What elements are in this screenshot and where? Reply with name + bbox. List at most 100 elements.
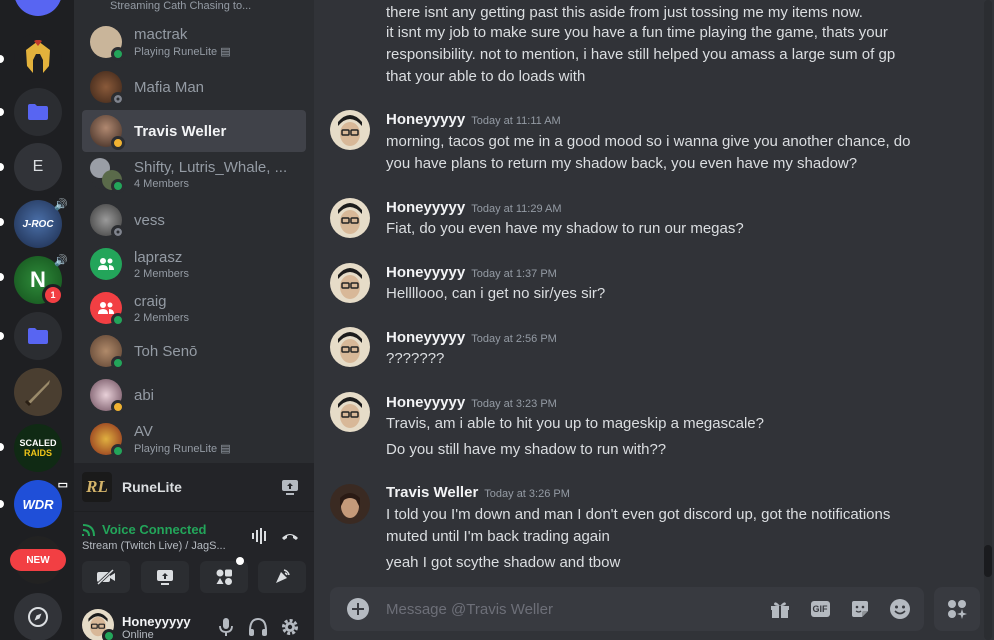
spartan-helmet-icon	[26, 40, 50, 73]
message-text: yeah I got scythe shadow and tbow	[386, 554, 621, 571]
message-avatar[interactable]	[330, 110, 370, 150]
soundboard-button[interactable]	[258, 561, 306, 593]
avatar	[90, 115, 125, 150]
dm-item[interactable]: Shifty, Lutris_Whale, ... 4 Members	[82, 153, 306, 195]
share-screen-button[interactable]	[141, 561, 189, 593]
status-offline	[111, 225, 125, 239]
voice-status[interactable]: Voice Connected	[82, 522, 207, 537]
apps-icon	[948, 600, 967, 619]
voice-channel-detail[interactable]: Stream (Twitch Live) / JagS...	[82, 540, 226, 552]
message-author[interactable]: Travis Weller	[386, 484, 478, 501]
message-input[interactable]	[386, 600, 746, 618]
server-wdr[interactable]: WDR ▭	[14, 479, 68, 528]
compass-icon	[28, 607, 48, 627]
message-text: I told you I'm down and man I don't even…	[386, 506, 891, 523]
server-label: SCALED	[19, 438, 57, 448]
unread-pip	[0, 500, 4, 508]
message-text: responsibility. not to mention, i have s…	[386, 46, 896, 63]
message-text: Fiat, do you even have my shadow to run …	[386, 220, 744, 237]
sticker-icon[interactable]	[848, 597, 872, 621]
server-sword[interactable]	[14, 368, 62, 416]
dm-name: laprasz	[134, 248, 183, 266]
dm-activity: Playing RuneLite ▤	[134, 46, 231, 58]
settings-gear-icon[interactable]	[280, 617, 300, 640]
new-unreads-pill[interactable]: NEW	[10, 549, 66, 571]
message-text: it isnt my job to make sure you have a f…	[386, 24, 888, 41]
noise-suppression-icon[interactable]	[250, 528, 270, 549]
message-author[interactable]: Honeyyyyy	[386, 394, 465, 411]
message-avatar[interactable]	[330, 327, 370, 367]
dm-item[interactable]: abi	[82, 374, 306, 416]
server-spartan[interactable]	[14, 33, 62, 81]
headphones-icon[interactable]	[248, 617, 268, 640]
mention-badge: 1	[42, 284, 64, 306]
message-author[interactable]: Honeyyyyy	[386, 329, 465, 346]
message-author[interactable]: Honeyyyyy	[386, 111, 465, 128]
dm-item[interactable]: AV Playing RuneLite ▤	[82, 418, 306, 460]
unread-pip	[0, 443, 4, 451]
message-timestamp: Today at 1:37 PM	[471, 268, 557, 280]
server-n[interactable]: N 🔊 1	[14, 255, 68, 306]
user-avatar[interactable]	[82, 609, 116, 640]
dm-item[interactable]: vess	[82, 199, 306, 241]
home-button[interactable]	[14, 0, 62, 16]
server-folder-1[interactable]	[14, 88, 62, 136]
folder-icon	[28, 104, 48, 120]
camera-off-icon	[96, 569, 115, 585]
dm-item[interactable]: craig 2 Members	[82, 287, 306, 329]
message-header: Honeyyyyy Today at 11:11 AM	[386, 111, 561, 129]
message-author[interactable]: Honeyyyyy	[386, 199, 465, 216]
plus-circle-icon	[347, 598, 369, 620]
group-avatar	[90, 158, 125, 193]
dm-item[interactable]: Toh Senō	[82, 330, 306, 372]
user-name: Honeyyyyy	[122, 614, 191, 629]
status-online	[102, 629, 116, 640]
chat-scrollbar-thumb[interactable]	[984, 545, 992, 577]
dm-item-active[interactable]: Travis Weller	[82, 110, 306, 152]
apps-button[interactable]	[934, 587, 980, 631]
server-scaled-raids[interactable]: SCALED RAIDS	[14, 424, 62, 472]
dm-item[interactable]: laprasz 2 Members	[82, 243, 306, 285]
message-avatar[interactable]	[330, 198, 370, 238]
dm-name: Mafia Man	[134, 78, 205, 96]
gift-icon[interactable]	[768, 597, 792, 621]
dm-partial-item: Streaming Cath Chasing to...	[110, 0, 252, 12]
add-attachment-button[interactable]	[346, 597, 370, 626]
dm-name: craig	[134, 292, 167, 310]
message-text: there isnt any getting past this aside f…	[386, 4, 863, 21]
user-status: Online	[122, 629, 154, 640]
activities-button[interactable]	[200, 557, 248, 593]
emoji-icon[interactable]	[888, 597, 912, 621]
group-avatar	[90, 248, 122, 280]
server-folder-2[interactable]	[14, 312, 62, 360]
activities-icon	[216, 569, 232, 585]
message-author[interactable]: Honeyyyyy	[386, 264, 465, 281]
message-header: Honeyyyyy Today at 11:29 AM	[386, 199, 562, 217]
dm-activity: Playing RuneLite ▤	[134, 443, 231, 455]
dm-item[interactable]: Mafia Man	[82, 66, 306, 108]
message-text: ???????	[386, 350, 445, 367]
activity-panel[interactable]: RL RuneLite	[74, 463, 314, 511]
dm-item[interactable]: mactrak Playing RuneLite ▤	[82, 21, 306, 63]
message-text: Travis, am i able to hit you up to mages…	[386, 415, 764, 432]
message-avatar[interactable]	[330, 484, 370, 524]
server-label: RAIDS	[23, 448, 52, 458]
gif-button[interactable]: GIF	[808, 597, 832, 621]
chat-scrollbar-track[interactable]	[984, 0, 992, 640]
message-avatar[interactable]	[330, 392, 370, 432]
message-header: Travis Weller Today at 3:26 PM	[386, 484, 570, 502]
message-avatar[interactable]	[330, 263, 370, 303]
camera-off-button[interactable]	[82, 561, 130, 593]
chat-bubble-icon: ▭	[57, 479, 68, 491]
activity-title: RuneLite	[122, 479, 182, 495]
microphone-icon[interactable]	[218, 617, 234, 640]
server-letter-e[interactable]: E	[14, 143, 62, 191]
screen-share-icon[interactable]	[280, 477, 300, 502]
message-header: Honeyyyyy Today at 2:56 PM	[386, 329, 557, 347]
disconnect-icon[interactable]	[280, 528, 300, 549]
server-jroc[interactable]: J-ROC 🔊	[14, 199, 68, 248]
group-icon	[98, 302, 114, 314]
unread-pip	[0, 55, 4, 63]
discover-button[interactable]	[14, 593, 62, 640]
status-idle	[111, 400, 125, 414]
